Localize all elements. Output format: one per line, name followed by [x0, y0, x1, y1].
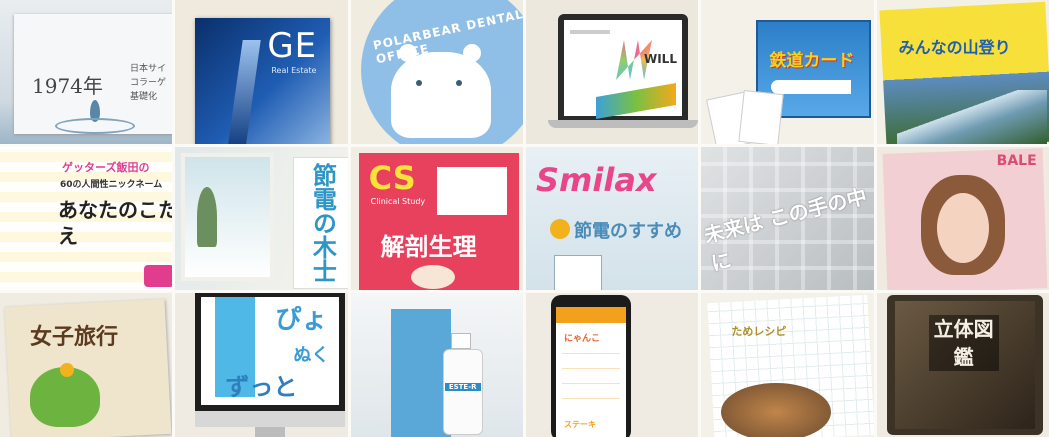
plant-icon — [197, 186, 218, 247]
portfolio-tile-este[interactable]: ESTE-R — [350, 293, 523, 437]
tile-headline: あなたのこたえ — [58, 197, 173, 248]
portfolio-tile-tame-recipe[interactable]: ためレシピ — [701, 293, 874, 437]
bottle-icon — [442, 349, 483, 436]
face-shape — [936, 192, 989, 263]
tile-title: GE — [267, 26, 318, 66]
portfolio-tile-setsuden-room[interactable]: 節電の木士 — [175, 146, 348, 291]
tile-title: みんなの山登り — [898, 38, 1011, 57]
portfolio-tile-getters[interactable]: ゲッターズ飯田の 60の人間性ニックネーム あなたのこたえ — [0, 146, 173, 291]
monitor-chin — [195, 411, 346, 428]
tile-title: 節電の木士 — [308, 162, 337, 283]
tile-title: Smilax — [535, 160, 657, 199]
portfolio-tile-smilax[interactable]: Smilax 節電のすすめ — [525, 146, 699, 291]
character-icon — [410, 264, 455, 289]
tile-subtitle: 60の人間性ニックネーム — [60, 179, 163, 190]
portfolio-tile-smartphone[interactable]: にゃんこ ステーキ — [525, 293, 699, 437]
portfolio-tile-yamanobori[interactable]: みんなの山登り — [876, 0, 1049, 144]
monitor-stand — [255, 427, 286, 437]
tile-caption: ぬく — [293, 345, 330, 367]
app-header — [555, 307, 626, 324]
tile-title: 立体図鑑 — [928, 315, 999, 372]
food-photo — [721, 383, 832, 437]
portfolio-tile-polarbear[interactable]: POLARBEAR DENTAL OFFICE — [350, 0, 523, 144]
tile-title: ずっと — [225, 373, 298, 402]
tile-subtitle: 解剖生理 — [380, 232, 477, 261]
portfolio-tile-cs[interactable]: CS Clinical Study 解剖生理 — [350, 146, 523, 291]
tile-subtitle: ぴょ — [275, 305, 328, 336]
tile-subtitle: 節電のすすめ — [573, 220, 682, 242]
bear-ear-icon — [398, 44, 417, 62]
package-box — [390, 309, 451, 437]
tile-title: BALE — [996, 152, 1037, 169]
portfolio-tile-joshi-ryoko[interactable]: 女子旅行 — [0, 293, 173, 437]
tile-title: 鉄道カード — [769, 51, 855, 71]
menu-list — [561, 353, 620, 414]
portfolio-tile-mirai[interactable]: 未来は この手の中に — [701, 146, 874, 291]
portfolio-tile-rittai[interactable]: 立体図鑑 — [876, 293, 1049, 437]
portfolio-tile-ge[interactable]: GE Real Estate — [175, 0, 348, 144]
info-box — [436, 166, 507, 215]
tile-title: ESTE-R — [444, 383, 481, 392]
tile-title: CS — [368, 158, 416, 197]
portfolio-tile-will[interactable]: WILL — [525, 0, 699, 144]
appliance-icon — [553, 254, 602, 291]
tile-title: 女子旅行 — [30, 324, 119, 351]
bear-ear-icon — [462, 44, 481, 62]
train-icon — [771, 80, 852, 94]
tile-title: にゃんこ — [563, 334, 600, 345]
tile-subtitle: ステーキ — [563, 420, 596, 430]
bear-eye-icon — [415, 80, 422, 86]
bottle-cap — [450, 333, 471, 350]
portfolio-tile-railway[interactable]: 鉄道カード — [701, 0, 874, 144]
ripple-shape — [55, 118, 135, 134]
portfolio-tile-imac[interactable]: ぴょ ぬく ずっと — [175, 293, 348, 437]
tile-title: ゲッターズ飯田の — [62, 160, 150, 174]
badge-shape — [144, 264, 173, 287]
tile-title: 1974年 — [32, 74, 103, 98]
portfolio-grid: 1974年 日本サイ コラーゲ 基礎化 GE Real Estate POLAR… — [0, 0, 1049, 437]
lightbulb-icon — [549, 218, 570, 239]
bear-icon — [390, 52, 491, 138]
tile-title: WILL — [643, 52, 677, 66]
bear-eye-icon — [455, 80, 462, 86]
screen-line — [569, 30, 610, 34]
laptop-base — [547, 120, 698, 128]
portfolio-tile-bale[interactable]: BALE — [876, 146, 1049, 291]
portfolio-tile-1974[interactable]: 1974年 日本サイ コラーゲ 基礎化 — [0, 0, 173, 144]
mountain-photo — [896, 90, 1047, 144]
tile-caption: Clinical Study — [370, 196, 426, 206]
tile-subtitle: 日本サイ コラーゲ 基礎化 — [130, 64, 167, 102]
card-icon — [738, 90, 784, 144]
tile-subtitle: Real Estate — [271, 66, 317, 75]
tile-title: ためレシピ — [731, 325, 787, 339]
